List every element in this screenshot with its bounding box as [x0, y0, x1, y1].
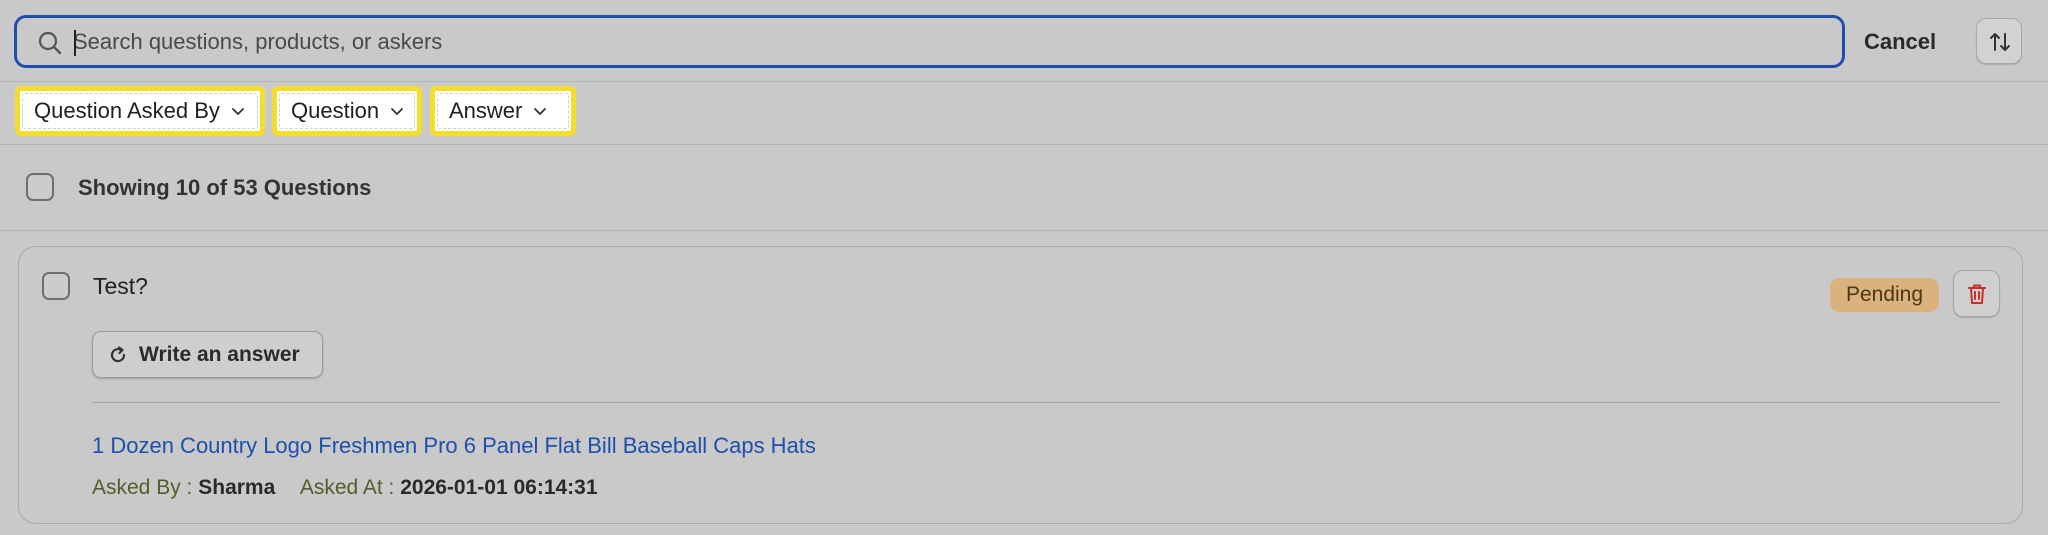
- list-header: Showing 10 of 53 Questions: [0, 145, 2048, 231]
- sort-button[interactable]: [1976, 18, 2022, 64]
- filter-question[interactable]: Question: [272, 86, 422, 136]
- divider: [92, 402, 2000, 403]
- asked-at-value: 2026-01-01 06:14:31: [400, 476, 598, 499]
- asked-by-label: Asked By :: [92, 476, 193, 499]
- filter-label: Answer: [449, 98, 523, 123]
- search-input[interactable]: [73, 24, 1813, 60]
- filter-label: Question Asked By: [34, 98, 220, 123]
- delete-button[interactable]: [1953, 270, 2000, 317]
- question-text: Test?: [93, 273, 148, 299]
- question-checkbox[interactable]: [42, 272, 70, 300]
- asked-at-label: Asked At :: [299, 476, 395, 499]
- sort-icon: [1990, 33, 2010, 51]
- filter-answer[interactable]: Answer: [430, 86, 576, 136]
- select-all-checkbox[interactable]: [26, 173, 54, 201]
- filter-label: Question: [291, 98, 380, 123]
- chevron-down-icon: [534, 108, 547, 115]
- chevron-down-icon: [231, 108, 244, 115]
- search-box[interactable]: [14, 15, 1845, 68]
- asked-by-value: Sharma: [198, 476, 276, 499]
- status-badge: Pending: [1830, 278, 1939, 312]
- search-icon: [37, 30, 63, 56]
- search-bar-row: Cancel: [0, 0, 2048, 82]
- write-answer-button[interactable]: Write an answer: [92, 331, 323, 378]
- cancel-button[interactable]: Cancel: [1864, 22, 1936, 62]
- results-count: Showing 10 of 53 Questions: [78, 175, 372, 200]
- filter-row: Question Asked By Question Answer: [0, 82, 2048, 145]
- chevron-down-icon: [391, 108, 403, 115]
- product-link[interactable]: 1 Dozen Country Logo Freshmen Pro 6 Pane…: [92, 433, 816, 459]
- trash-icon: [1968, 284, 1986, 304]
- filter-question-asked-by[interactable]: Question Asked By: [15, 86, 265, 136]
- text-cursor: [74, 30, 76, 56]
- write-answer-label: Write an answer: [139, 342, 300, 366]
- question-card: Test? Pending Write an answer 1 Dozen Co…: [18, 246, 2023, 524]
- question-meta: Asked By : Sharma Asked At : 2026-01-01 …: [92, 476, 598, 500]
- refresh-icon: [110, 345, 126, 362]
